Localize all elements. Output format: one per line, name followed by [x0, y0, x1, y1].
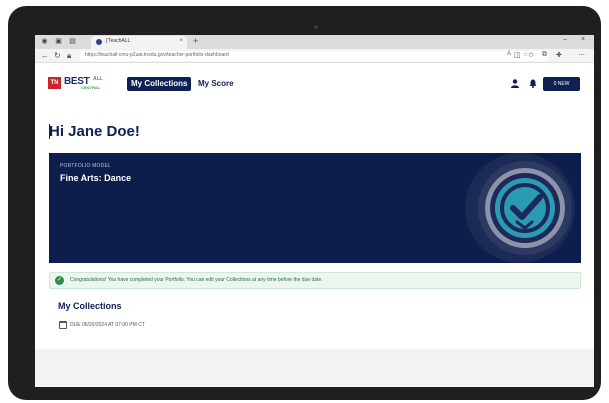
calendar-icon: [59, 321, 67, 329]
tab-actions-icon[interactable]: ▤: [69, 38, 76, 45]
address-bar-row: ← ↻ 🔒︎ https://teachall-cmu-p2uat.tnedu.…: [35, 49, 594, 63]
back-icon[interactable]: ←: [41, 51, 49, 60]
browser-tab-bar: ◉ ▣ ▤ j'TeachALL × + – ×: [35, 35, 594, 49]
check-circle-icon: ✓: [55, 276, 64, 285]
lock-icon[interactable]: 🔒︎: [67, 51, 71, 60]
completed-check-badge-icon: [478, 161, 572, 255]
refresh-icon[interactable]: ↻: [54, 51, 61, 60]
success-alert: ✓ Congratulations! You have completed yo…: [49, 272, 581, 289]
workspaces-icon[interactable]: ▣: [55, 38, 62, 45]
logo-tn: TN: [48, 77, 61, 89]
favorites-icon[interactable]: ✩: [528, 51, 534, 59]
tab-close-icon[interactable]: ×: [179, 38, 183, 44]
best-all-central-logo[interactable]: TN BEST ALL CENTRAL: [48, 76, 106, 91]
split-screen-icon[interactable]: ◫: [514, 51, 521, 59]
screen: ◉ ▣ ▤ j'TeachALL × + – × ← ↻ 🔒︎ https://…: [35, 35, 594, 387]
favicon-icon: [96, 39, 102, 45]
laptop-frame: ◉ ▣ ▤ j'TeachALL × + – × ← ↻ 🔒︎ https://…: [8, 6, 601, 400]
portfolio-title: Fine Arts: Dance: [60, 173, 132, 183]
app-header: TN BEST ALL CENTRAL My Collections My Sc…: [35, 64, 594, 98]
collections-heading: My Collections: [58, 301, 122, 311]
nav-my-collections[interactable]: My Collections: [127, 77, 192, 91]
browser-tab[interactable]: j'TeachALL ×: [91, 36, 187, 49]
close-window-button[interactable]: ×: [581, 36, 585, 43]
portfolio-banner: PORTFOLIO MODEL Fine Arts: Dance: [49, 153, 581, 263]
more-menu-icon[interactable]: ⋯: [578, 51, 585, 59]
nav-my-score[interactable]: My Score: [198, 77, 234, 91]
url-text: https://teachall-cmu-p2uat.tnedu.gov/tea…: [85, 52, 229, 58]
logo-central: CENTRAL: [81, 85, 101, 90]
logo-all: ALL: [93, 76, 103, 82]
camera-dot: [314, 25, 318, 29]
portfolio-model-label: PORTFOLIO MODEL: [60, 163, 111, 169]
bell-icon[interactable]: [529, 79, 537, 90]
new-tab-button[interactable]: +: [193, 36, 198, 47]
alert-message: Congratulations! You have completed your…: [70, 277, 323, 283]
new-notifications-button[interactable]: 0 NEW: [543, 77, 580, 91]
minimize-button[interactable]: –: [563, 36, 567, 43]
url-input[interactable]: https://teachall-cmu-p2uat.tnedu.gov/tea…: [79, 51, 549, 61]
user-icon[interactable]: [511, 79, 519, 90]
collections-icon[interactable]: ⧉: [542, 51, 547, 59]
profile-icon[interactable]: ◉: [41, 38, 48, 45]
tab-title: j'TeachALL: [106, 38, 131, 44]
page-bottom-area: [35, 349, 594, 387]
page-greeting: Hi Jane Doe!: [49, 123, 140, 140]
read-aloud-icon[interactable]: A: [507, 51, 511, 57]
due-date: DUE 06/20/2024 AT 07:00 PM CT: [70, 322, 145, 328]
extensions-icon[interactable]: ✚: [556, 51, 562, 59]
